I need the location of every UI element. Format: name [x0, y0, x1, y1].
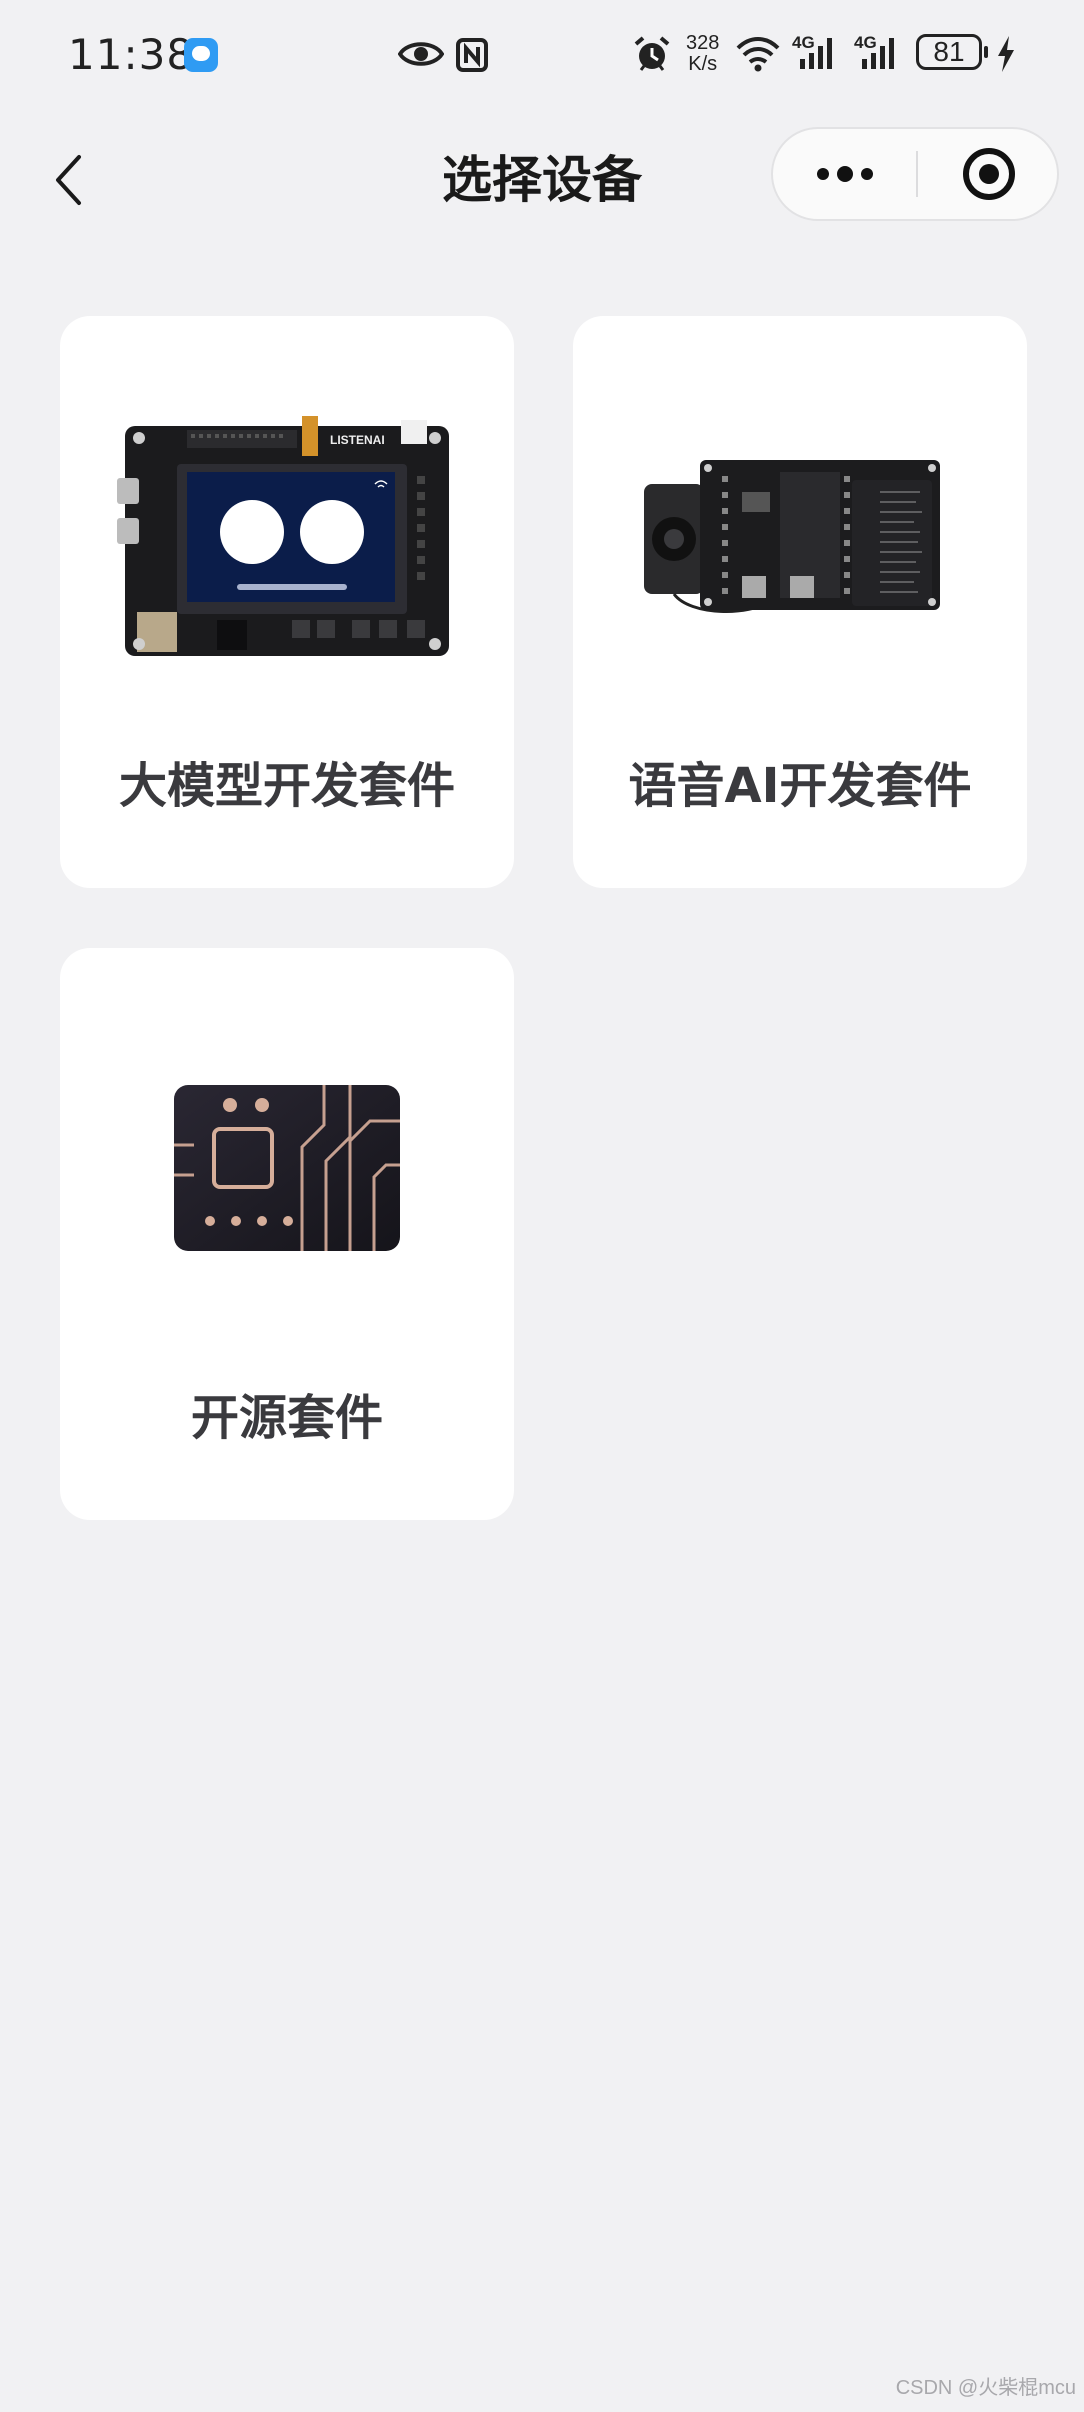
close-button[interactable] [918, 129, 1059, 219]
device-image [573, 386, 1027, 686]
dev-board-with-screen-image: LISTENAI [117, 416, 449, 656]
battery-icon: 81 [916, 34, 988, 70]
more-button[interactable] [773, 129, 916, 219]
signal-icon: 4G [792, 33, 842, 77]
mini-program-capsule [771, 127, 1059, 221]
watermark: CSDN @火柴棍mcu [895, 2377, 1076, 2399]
target-close-icon [962, 148, 1015, 200]
speed-unit: K/s [688, 53, 718, 75]
alarm-icon [634, 36, 670, 71]
chat-notification-icon [184, 38, 218, 72]
network-type: 4G [854, 33, 877, 52]
eye-icon [398, 42, 444, 66]
device-card[interactable]: LISTENAI 大模型开发套件 [60, 316, 514, 888]
network-type: 4G [792, 33, 815, 52]
device-label: 语音AI开发套件 [628, 758, 972, 814]
more-dots-icon [816, 166, 873, 182]
device-label: 开源套件 [190, 1390, 383, 1446]
nav-bar: 选择设备 [0, 120, 1084, 240]
device-card[interactable]: 开源套件 [60, 948, 514, 1520]
status-time: 11:38 [68, 30, 195, 79]
device-image: LISTENAI [60, 386, 514, 686]
wifi-icon [736, 37, 780, 72]
voice-board-with-speaker-image [644, 460, 940, 613]
nfc-icon [456, 38, 488, 72]
device-label: 大模型开发套件 [118, 758, 455, 814]
device-image [60, 1018, 514, 1318]
signal-icon: 4G [854, 33, 904, 77]
charging-icon [998, 36, 1014, 72]
svg-text:LISTENAI: LISTENAI [330, 433, 385, 447]
device-card[interactable]: 语音AI开发套件 [573, 316, 1027, 888]
status-bar: 11:38 328 K/s 4G 4G 81 [0, 0, 1084, 110]
chip-circuit-card-image [174, 1085, 400, 1251]
speed-value: 328 [686, 32, 720, 54]
network-speed: 328 K/s [686, 33, 719, 75]
